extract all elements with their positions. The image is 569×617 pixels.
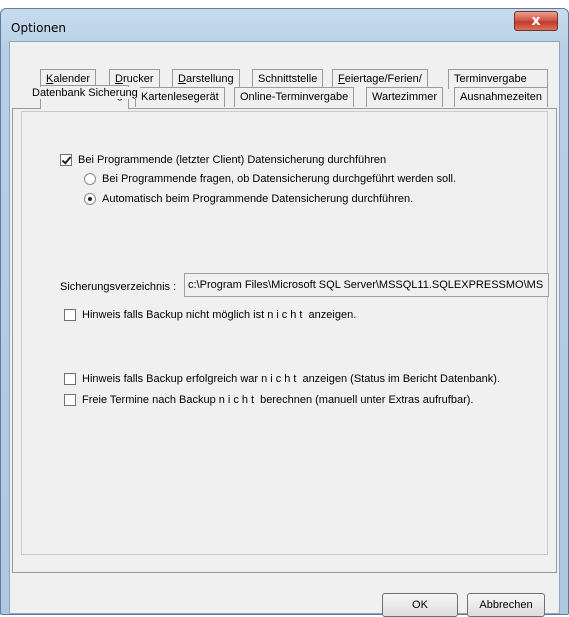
tab-wartezimmer[interactable]: Wartezimmer [366,87,443,107]
checkbox-unchecked-icon [64,309,76,321]
window-title: Optionen [11,21,67,35]
dialog-client-area: Kalender Drucker Darstellung Schnittstel… [9,41,560,614]
close-button[interactable]: x [514,11,558,31]
tab-darstellung[interactable]: Darstellung [172,69,240,89]
auto-on-exit-radio[interactable]: Automatisch beim Programmende Datensiche… [84,193,413,205]
backup-path-label: Sicherungsverzeichnis : [60,281,177,293]
ok-button[interactable]: OK [382,593,458,617]
title-bar[interactable]: Optionen x [1,9,568,43]
tab-kartenlesegeraet[interactable]: Kartenlesegerät [135,87,225,107]
radio-selected-icon [84,193,96,205]
tab-online-terminvergabe[interactable]: Online-Terminvergabe [234,87,355,107]
checkbox-unchecked-icon [64,394,76,406]
checkbox-unchecked-icon [64,373,76,385]
backup-path-field[interactable]: c:\Program Files\Microsoft SQL Server\MS… [184,273,549,297]
tab-ausnahmezeiten[interactable]: Ausnahmezeiten [454,87,548,107]
radio-unselected-icon [84,173,96,185]
backup-on-exit-checkbox[interactable]: Bei Programmende (letzter Client) Datens… [60,154,386,166]
ask-on-exit-radio[interactable]: Bei Programmende fragen, ob Datensicheru… [84,173,456,185]
options-window: Optionen x Kalender Drucker Darstellung … [0,8,569,617]
tab-terminvergabe[interactable]: Terminvergabe [448,69,548,89]
hint-success-checkbox[interactable]: Hinweis falls Backup erfolgreich war nic… [64,373,500,385]
free-slots-checkbox[interactable]: Freie Termine nach Backup nicht berechne… [64,394,473,406]
hint-not-possible-checkbox[interactable]: Hinweis falls Backup nicht möglich ist n… [64,309,356,321]
tab-feiertage-ferien[interactable]: Feiertage/Ferien/ [332,69,428,89]
group-legend: Datenbank Sicherung [30,87,140,99]
checkbox-checked-icon [60,154,72,166]
tab-schnittstelle[interactable]: Schnittstelle [252,69,324,89]
close-icon: x [531,13,541,29]
cancel-button[interactable]: Abbrechen [467,593,545,617]
